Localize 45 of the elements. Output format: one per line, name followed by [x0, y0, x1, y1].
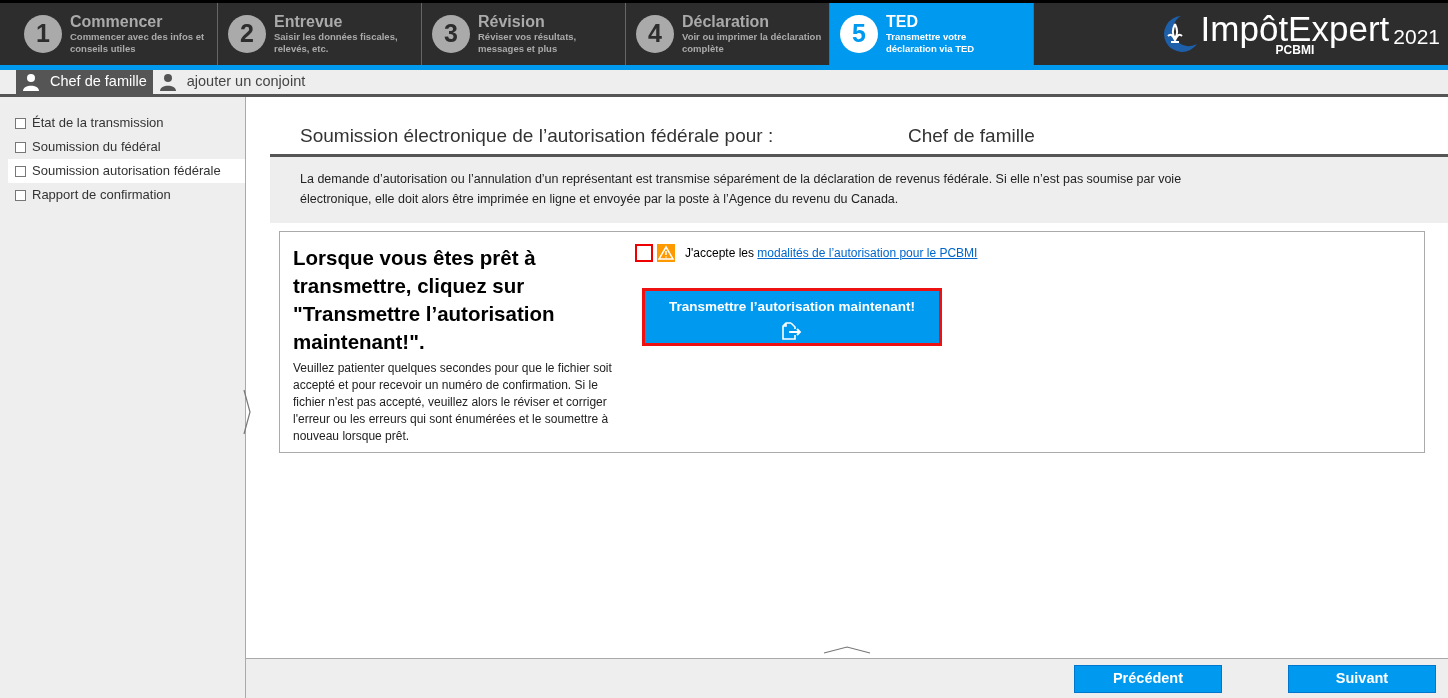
- sidebar-item[interactable]: État de la transmission: [8, 111, 245, 135]
- sidebar-item[interactable]: Soumission autorisation fédérale: [8, 159, 245, 183]
- step-number: 1: [24, 15, 62, 53]
- step-title: Commencer: [70, 13, 164, 31]
- step-subtitle: Réviser vos résultats, messages et plus: [478, 31, 578, 55]
- instruction-text: Veuillez patienter quelques secondes pour que le fichier soit accepté et pour recevoir un numéro de confirmation. Si le fichier n'est pas accepté, veuillez alors le réviser et corriger l'erreur ou les erreurs qui sont énumérées et le soumettre à nouveau lorsque prêt.: [293, 360, 613, 445]
- sidebar-item[interactable]: Soumission du fédéral: [8, 135, 245, 159]
- instruction-title: Lorsque vous êtes prêt à transmettre, cliquez sur "Transmettre l’autorisation maintenant!".: [293, 245, 556, 355]
- step-number: 3: [432, 15, 470, 53]
- export-icon: [781, 321, 803, 342]
- step-number: 4: [636, 15, 674, 53]
- person-tab[interactable]: Chef de famille: [16, 70, 153, 94]
- person-tab[interactable]: ajouter un conjoint: [152, 70, 312, 94]
- step-title: TED: [886, 13, 919, 31]
- step-subtitle: Commencer avec des infos et conseils utiles: [70, 31, 206, 55]
- person-icon: [22, 73, 40, 91]
- checkbox[interactable]: [15, 165, 26, 177]
- checkbox[interactable]: [15, 189, 26, 201]
- section-heading: Soumission électronique de l’autorisation fédérale pour :: [300, 123, 775, 148]
- logo-name: ImpôtExpert: [1200, 12, 1390, 46]
- step-title: Révision: [478, 13, 546, 31]
- nav-button[interactable]: Précédent: [1074, 664, 1222, 693]
- person-icon: [158, 73, 177, 91]
- step-subtitle: Voir ou imprimer la déclaration complète: [682, 31, 822, 55]
- warning-icon: [657, 244, 675, 262]
- step-subtitle: Transmettre votre déclaration via TED: [886, 31, 976, 55]
- notice-text: La demande d’autorisation ou l’annulation d’un représentant est transmise séparément de la déclaration de revenus fédérale. Si elle n’est pas soumise par voie électronique, elle doit alors être imprimée en ligne et envoyée par la poste à l’Agence du revenu du Canada.: [300, 171, 1183, 208]
- nav-button[interactable]: Suivant: [1288, 664, 1436, 693]
- step-tab[interactable]: 5 TED Transmettre votre déclaration via TED: [830, 3, 1034, 65]
- step-title: Déclaration: [682, 13, 771, 31]
- collapse-chevron-icon[interactable]: [823, 646, 871, 654]
- step-subtitle: Saisir les données fiscales, relevés, etc.: [274, 31, 399, 55]
- checkbox[interactable]: [15, 117, 26, 129]
- terms-link[interactable]: modalités de l’autorisation pour le PCBMI: [757, 246, 978, 260]
- expand-chevron-icon[interactable]: [243, 389, 251, 435]
- logo-year: 2021: [1393, 24, 1440, 50]
- transmit-button[interactable]: Transmettre l’autorisation maintenant!: [642, 288, 942, 346]
- step-number: 2: [228, 15, 266, 53]
- sidebar-item[interactable]: Rapport de confirmation: [8, 183, 245, 207]
- step-number: 5: [840, 15, 878, 53]
- checkbox[interactable]: [15, 141, 26, 153]
- step-title: Entrevue: [274, 13, 344, 31]
- accept-checkbox[interactable]: [635, 244, 653, 262]
- person-name: Chef de famille: [908, 123, 1035, 148]
- accept-label: J'accepte les: [685, 246, 754, 260]
